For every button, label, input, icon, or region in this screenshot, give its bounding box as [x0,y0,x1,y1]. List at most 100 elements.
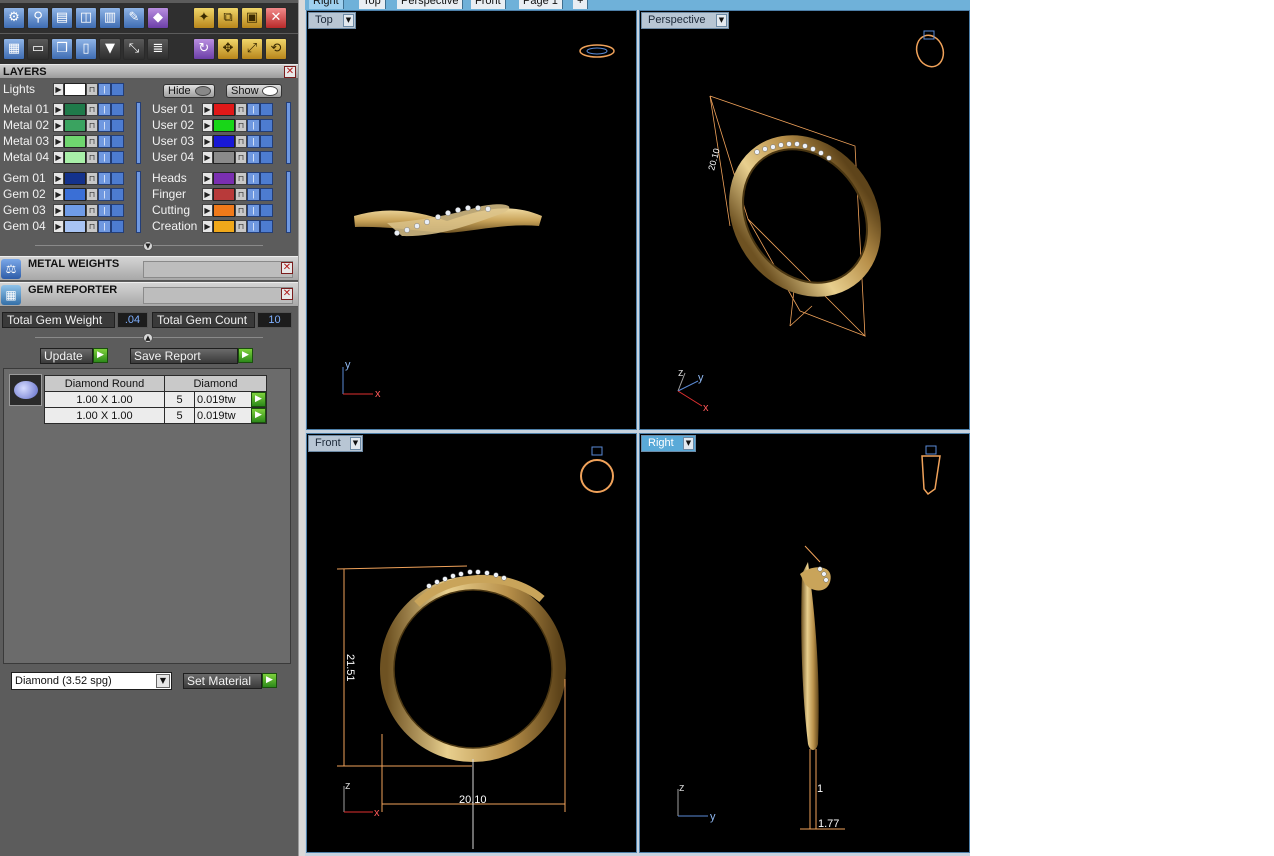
gem-icon[interactable]: ◆ [147,7,169,29]
diamond-thumbnail[interactable] [9,374,42,406]
layer-row[interactable]: Metal 03 ▶ ⊓ | [3,134,138,149]
lock-icon[interactable]: ⊓ [235,103,247,116]
layer-row[interactable]: User 01 ▶ ⊓ | [152,102,287,117]
viewport-top[interactable]: y x Top ▼ [306,10,637,430]
viewport-label-top[interactable]: Top ▼ [308,12,356,29]
viewport-front[interactable]: 21.51 20.10 z x Front ▼ [306,433,637,853]
layer-toggle[interactable] [260,103,273,116]
expand-arrow-icon[interactable]: ▶ [202,151,213,164]
expand-arrow-icon[interactable]: ▶ [53,151,64,164]
layer-toggle[interactable] [260,151,273,164]
brush-icon[interactable]: ✦ [193,7,215,29]
gear-icon[interactable]: ⚙ [3,7,25,29]
lock-icon[interactable]: ⊓ [86,103,98,116]
set-material-button[interactable]: Set Material ▶ [183,673,278,689]
color-swatch[interactable] [64,83,86,96]
show-button[interactable]: Show [226,84,282,98]
layer-toggle[interactable] [111,172,124,185]
layer-row[interactable]: User 02 ▶ ⊓ | [152,118,287,133]
panel-icon[interactable]: ▯ [75,38,97,60]
visibility-toggle[interactable]: | [247,204,260,217]
layer-toggle[interactable] [260,188,273,201]
chevron-down-icon[interactable]: ▼ [683,437,694,450]
filter-icon[interactable]: ▼ [99,38,121,60]
lock-icon[interactable]: ⊓ [86,204,98,217]
viewport-label-right[interactable]: Right ▼ [641,435,696,452]
chevron-up-icon[interactable]: ▲ [143,333,153,343]
color-swatch[interactable] [213,220,235,233]
layer-row[interactable]: Finger ▶ ⊓ | [152,187,287,202]
tab-top[interactable]: Top [359,0,386,9]
expand-arrow-icon[interactable]: ▶ [53,103,64,116]
visibility-toggle[interactable]: | [247,220,260,233]
print-icon[interactable]: ▤ [51,7,73,29]
lock-icon[interactable]: ⊓ [235,204,247,217]
color-swatch[interactable] [64,103,86,116]
color-swatch[interactable] [213,204,235,217]
color-swatch[interactable] [213,119,235,132]
viewport-right[interactable]: 1 1.77 z y Right ▼ [639,433,970,853]
chevron-down-icon[interactable]: ▼ [716,14,727,27]
visibility-toggle[interactable]: | [247,172,260,185]
rotate-icon[interactable]: ↻ [193,38,215,60]
expand-arrow-icon[interactable]: ▶ [202,119,213,132]
tab-front[interactable]: Front [471,0,506,9]
tab-right[interactable]: Right [309,0,344,9]
layer-row[interactable]: Gem 03 ▶ ⊓ | [3,203,138,218]
layer-row[interactable]: Metal 04 ▶ ⊓ | [3,150,138,165]
copy-icon[interactable]: ⧉ [217,7,239,29]
layer-toggle[interactable] [111,83,124,96]
view-cube-icon[interactable] [912,30,947,70]
grid-icon[interactable]: ▦ [3,38,25,60]
play-icon[interactable]: ▶ [238,348,253,363]
visibility-toggle[interactable]: | [98,188,111,201]
expand-arrow-icon[interactable]: ▶ [53,172,64,185]
color-swatch[interactable] [213,103,235,116]
gem-reporter-collapser[interactable]: ▲ [35,333,263,343]
layer-toggle[interactable] [111,220,124,233]
paste-icon[interactable]: ▣ [241,7,263,29]
chevron-down-icon[interactable]: ▼ [343,14,354,27]
viewport-perspective[interactable]: 20.10 z y x Perspective ▼ [639,10,970,430]
view-cube-icon[interactable] [579,44,615,58]
chevron-down-icon[interactable]: ▼ [156,674,170,688]
lock-icon[interactable]: ⊓ [86,151,98,164]
color-swatch[interactable] [213,188,235,201]
lock-icon[interactable]: ⊓ [86,119,98,132]
color-swatch[interactable] [213,135,235,148]
close-icon[interactable]: ✕ [281,288,293,300]
view-cube-icon[interactable] [921,445,941,496]
book-icon[interactable]: ▥ [99,7,121,29]
visibility-toggle[interactable]: | [247,135,260,148]
visibility-toggle[interactable]: | [247,188,260,201]
layer-toggle[interactable] [260,172,273,185]
expand-arrow-icon[interactable]: ▶ [53,220,64,233]
visibility-toggle[interactable]: | [98,151,111,164]
layer-toggle[interactable] [111,119,124,132]
visibility-toggle[interactable]: | [98,220,111,233]
lock-icon[interactable]: ⊓ [235,172,247,185]
delete-icon[interactable]: ✕ [265,7,287,29]
lock-icon[interactable]: ⊓ [86,220,98,233]
layer-toggle[interactable] [260,119,273,132]
visibility-toggle[interactable]: | [98,135,111,148]
layer-row[interactable]: Metal 02 ▶ ⊓ | [3,118,138,133]
tab-page-1[interactable]: Page 1 [519,0,563,9]
display-icon[interactable]: ▭ [27,38,49,60]
table-row[interactable]: 1.00 X 1.00 5 0.019tw ▶ [44,391,267,408]
chevron-down-icon[interactable]: ▼ [143,241,153,251]
play-icon[interactable]: ▶ [93,348,108,363]
move-icon[interactable]: ✥ [217,38,239,60]
lock-icon[interactable]: ⊓ [235,119,247,132]
lock-icon[interactable]: ⊓ [86,135,98,148]
visibility-toggle[interactable]: | [247,151,260,164]
layer-row[interactable]: Heads ▶ ⊓ | [152,171,287,186]
layers-collapser[interactable]: ▼ [35,241,263,251]
expand-arrow-icon[interactable]: ▶ [202,188,213,201]
cube-icon[interactable]: ❒ [51,38,73,60]
hide-button[interactable]: Hide [163,84,215,98]
visibility-toggle[interactable]: | [247,103,260,116]
expand-arrow-icon[interactable]: ▶ [53,135,64,148]
tab-perspective[interactable]: Perspective [397,0,464,9]
color-swatch[interactable] [64,135,86,148]
